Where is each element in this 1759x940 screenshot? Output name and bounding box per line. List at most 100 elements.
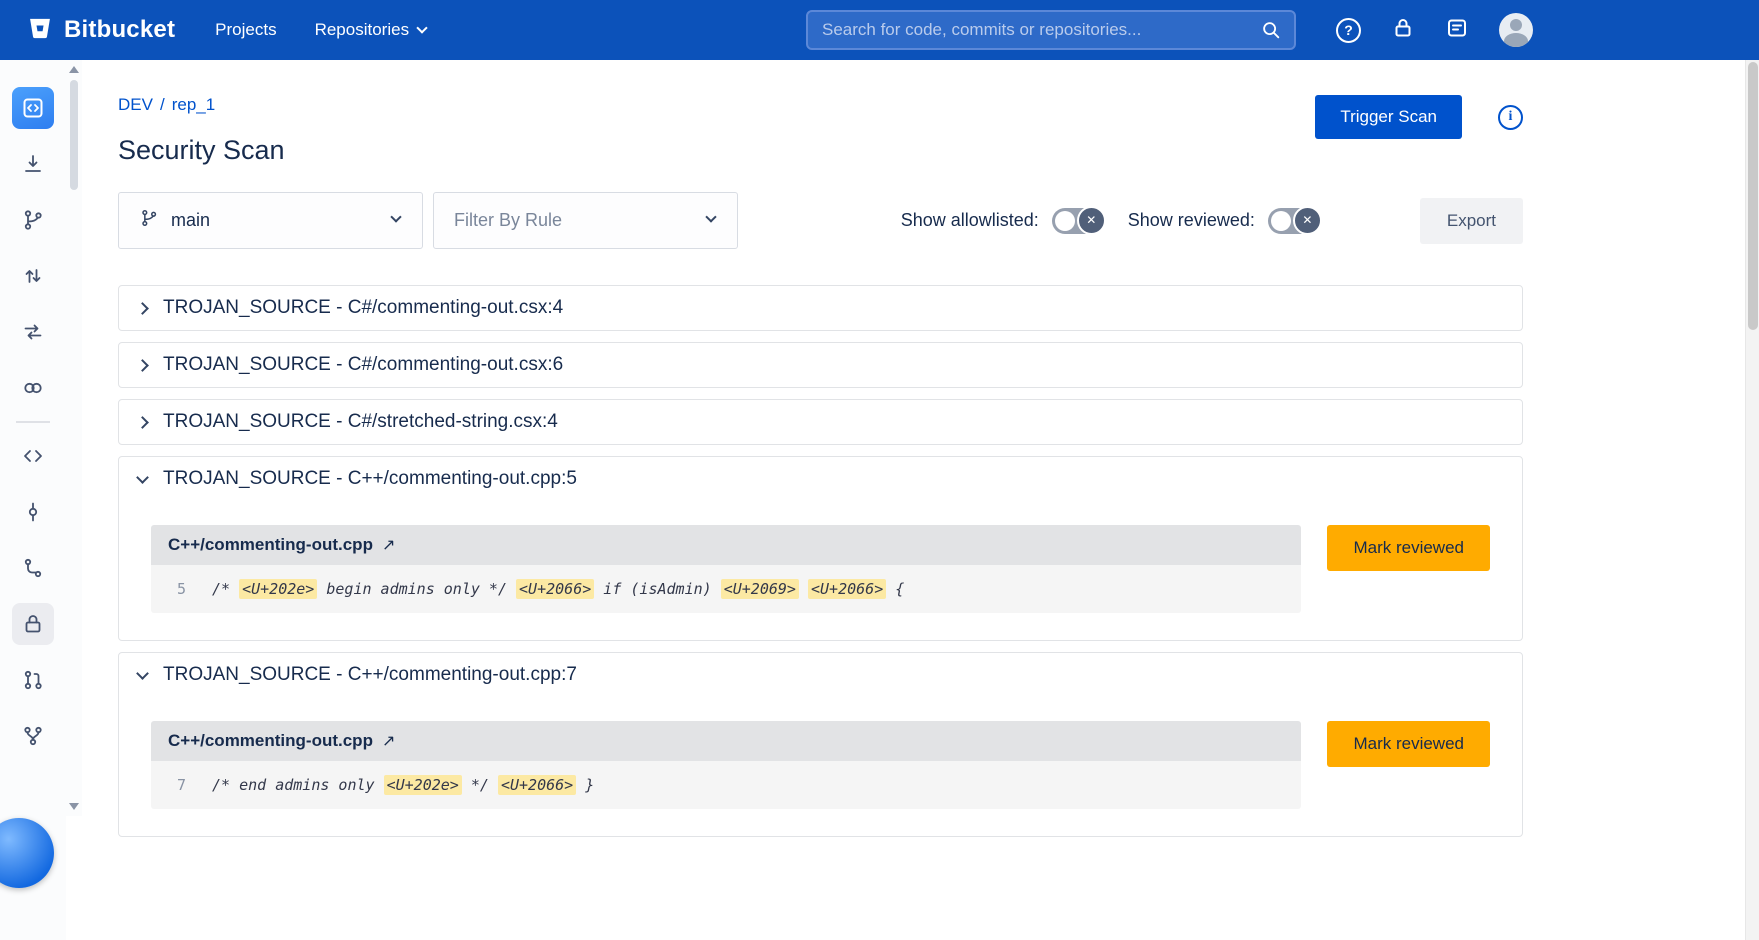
mark-reviewed-button[interactable]: Mark reviewed (1327, 721, 1490, 767)
code-content: /* end admins only <U+202e> */ <U+2066> … (212, 776, 594, 794)
bitbucket-bucket-icon (26, 14, 54, 47)
download-icon (21, 152, 45, 176)
navbar-icons: ? (1336, 13, 1533, 47)
show-reviewed-toggle[interactable]: ✕ (1268, 208, 1318, 234)
sidebar-item-forks[interactable] (5, 708, 61, 764)
code-text-segment: if (isAdmin) (594, 580, 720, 598)
code-text-segment: begin admins only */ (317, 580, 516, 598)
chevron-down-icon (416, 22, 427, 33)
help-icon[interactable]: ? (1336, 18, 1361, 43)
code-file-name: C++/commenting-out.cpp (168, 731, 373, 751)
nav-item-repositories-label: Repositories (315, 20, 410, 40)
nav-item-projects[interactable]: Projects (215, 20, 276, 40)
code-icon (21, 96, 45, 120)
unicode-escape-token: <U+202e> (239, 579, 317, 599)
pull-request-icon-2 (21, 668, 45, 692)
mark-reviewed-button[interactable]: Mark reviewed (1327, 525, 1490, 571)
sidebar-item-source[interactable] (5, 428, 61, 484)
chevron-right-icon (136, 359, 149, 372)
external-link-icon[interactable]: ↗ (382, 535, 395, 555)
sidebar-divider (16, 421, 50, 423)
nav-menu: Projects Repositories (215, 20, 426, 40)
global-search (806, 10, 1296, 50)
sidebar-item-mirrors[interactable] (5, 360, 61, 416)
toggle-group-row: Show allowlisted: ✕ Show reviewed: ✕ (901, 208, 1318, 234)
main-scrollbar[interactable] (1745, 60, 1759, 940)
search-input[interactable] (806, 10, 1296, 50)
breadcrumb-repo-link[interactable]: rep_1 (172, 95, 215, 115)
code-text-segment: /* (212, 580, 239, 598)
rule-filter-select[interactable]: Filter By Rule (433, 192, 738, 249)
sidebar-item-repository[interactable] (5, 80, 61, 136)
sidebar-item-branches[interactable] (5, 192, 61, 248)
breadcrumb-project-link[interactable]: DEV (118, 95, 153, 115)
chevron-right-icon (136, 302, 149, 315)
external-link-icon[interactable]: ↗ (382, 731, 395, 751)
sidebar-item-clone[interactable] (5, 136, 61, 192)
finding-header[interactable]: TROJAN_SOURCE - C++/commenting-out.cpp:7 (119, 653, 1522, 697)
sidebar-item-commits[interactable] (5, 484, 61, 540)
show-allowlisted-group: Show allowlisted: ✕ (901, 208, 1102, 234)
scroll-up-arrow[interactable] (69, 66, 79, 73)
findings-list: TROJAN_SOURCE - C#/commenting-out.csx:4 … (118, 285, 1523, 837)
unicode-escape-token: <U+202e> (384, 775, 462, 795)
user-avatar[interactable] (1499, 13, 1533, 47)
finding-header[interactable]: TROJAN_SOURCE - C#/stretched-string.csx:… (119, 400, 1522, 444)
code-text-segment: /* end admins only (212, 776, 384, 794)
show-allowlisted-toggle[interactable]: ✕ (1052, 208, 1102, 234)
show-reviewed-label: Show reviewed: (1128, 210, 1255, 231)
unicode-escape-token: <U+2066> (516, 579, 594, 599)
finding-row: TROJAN_SOURCE - C#/stretched-string.csx:… (118, 399, 1523, 445)
release-notes-icon[interactable] (1445, 16, 1469, 45)
scroll-down-arrow[interactable] (69, 803, 79, 810)
info-icon[interactable]: i (1498, 105, 1523, 130)
line-number: 5 (168, 580, 186, 598)
finding-header[interactable]: TROJAN_SOURCE - C#/commenting-out.csx:6 (119, 343, 1522, 387)
lock-icon[interactable] (1391, 16, 1415, 45)
sidebar-item-pull-requests[interactable] (5, 248, 61, 304)
brand-name[interactable]: Bitbucket (64, 16, 175, 44)
code-file-header: C++/commenting-out.cpp ↗ (151, 525, 1301, 565)
finding-row: TROJAN_SOURCE - C#/commenting-out.csx:6 (118, 342, 1523, 388)
nav-item-projects-label: Projects (215, 20, 276, 40)
export-button[interactable]: Export (1420, 198, 1523, 244)
bitbucket-logo[interactable]: Bitbucket (26, 14, 175, 47)
main-scrollbar-thumb[interactable] (1748, 62, 1758, 330)
security-selected-tile (12, 603, 54, 645)
circles-icon (21, 376, 45, 400)
header-actions: Trigger Scan i (1315, 95, 1523, 139)
sidebar-scrollbar-thumb[interactable] (70, 80, 78, 190)
page-heading-block: DEV / rep_1 Security Scan (118, 95, 285, 166)
sidebar-item-compare[interactable] (5, 304, 61, 360)
compare-arrows-icon (21, 320, 45, 344)
toggle-knob (1271, 211, 1291, 231)
chevron-down-icon (705, 211, 716, 222)
finding-title: TROJAN_SOURCE - C#/commenting-out.csx:6 (163, 354, 563, 376)
unicode-escape-token: <U+2066> (808, 579, 886, 599)
fork-icon (21, 724, 45, 748)
branch-select[interactable]: main (118, 192, 423, 249)
sidebar-scrollbar[interactable] (66, 60, 82, 816)
finding-row-expanded: TROJAN_SOURCE - C++/commenting-out.cpp:7… (118, 652, 1523, 837)
line-number: 7 (168, 776, 186, 794)
finding-header[interactable]: TROJAN_SOURCE - C++/commenting-out.cpp:5 (119, 457, 1522, 501)
finding-title: TROJAN_SOURCE - C#/stretched-string.csx:… (163, 411, 558, 433)
code-file-name: C++/commenting-out.cpp (168, 535, 373, 555)
finding-body: C++/commenting-out.cpp ↗ 7 /* end admins… (119, 697, 1522, 836)
branch-select-value: main (171, 210, 210, 231)
trigger-scan-button[interactable]: Trigger Scan (1315, 95, 1462, 139)
branch-icon (139, 208, 159, 233)
repository-avatar (12, 87, 54, 129)
sidebar-item-security-scan[interactable] (5, 596, 61, 652)
branch-icon-2 (21, 556, 45, 580)
finding-header[interactable]: TROJAN_SOURCE - C#/commenting-out.csx:4 (119, 286, 1522, 330)
search-icon[interactable] (1260, 19, 1282, 46)
unicode-escape-token: <U+2069> (721, 579, 799, 599)
code-content: /* <U+202e> begin admins only */ <U+2066… (212, 580, 904, 598)
code-line: 7 /* end admins only <U+202e> */ <U+2066… (151, 761, 1301, 809)
code-snippet-card: C++/commenting-out.cpp ↗ 5 /* <U+202e> b… (151, 525, 1301, 613)
chevron-down-icon (136, 667, 149, 680)
nav-item-repositories[interactable]: Repositories (315, 20, 427, 40)
sidebar-item-pull-requests-alt[interactable] (5, 652, 61, 708)
sidebar-item-branch-list[interactable] (5, 540, 61, 596)
